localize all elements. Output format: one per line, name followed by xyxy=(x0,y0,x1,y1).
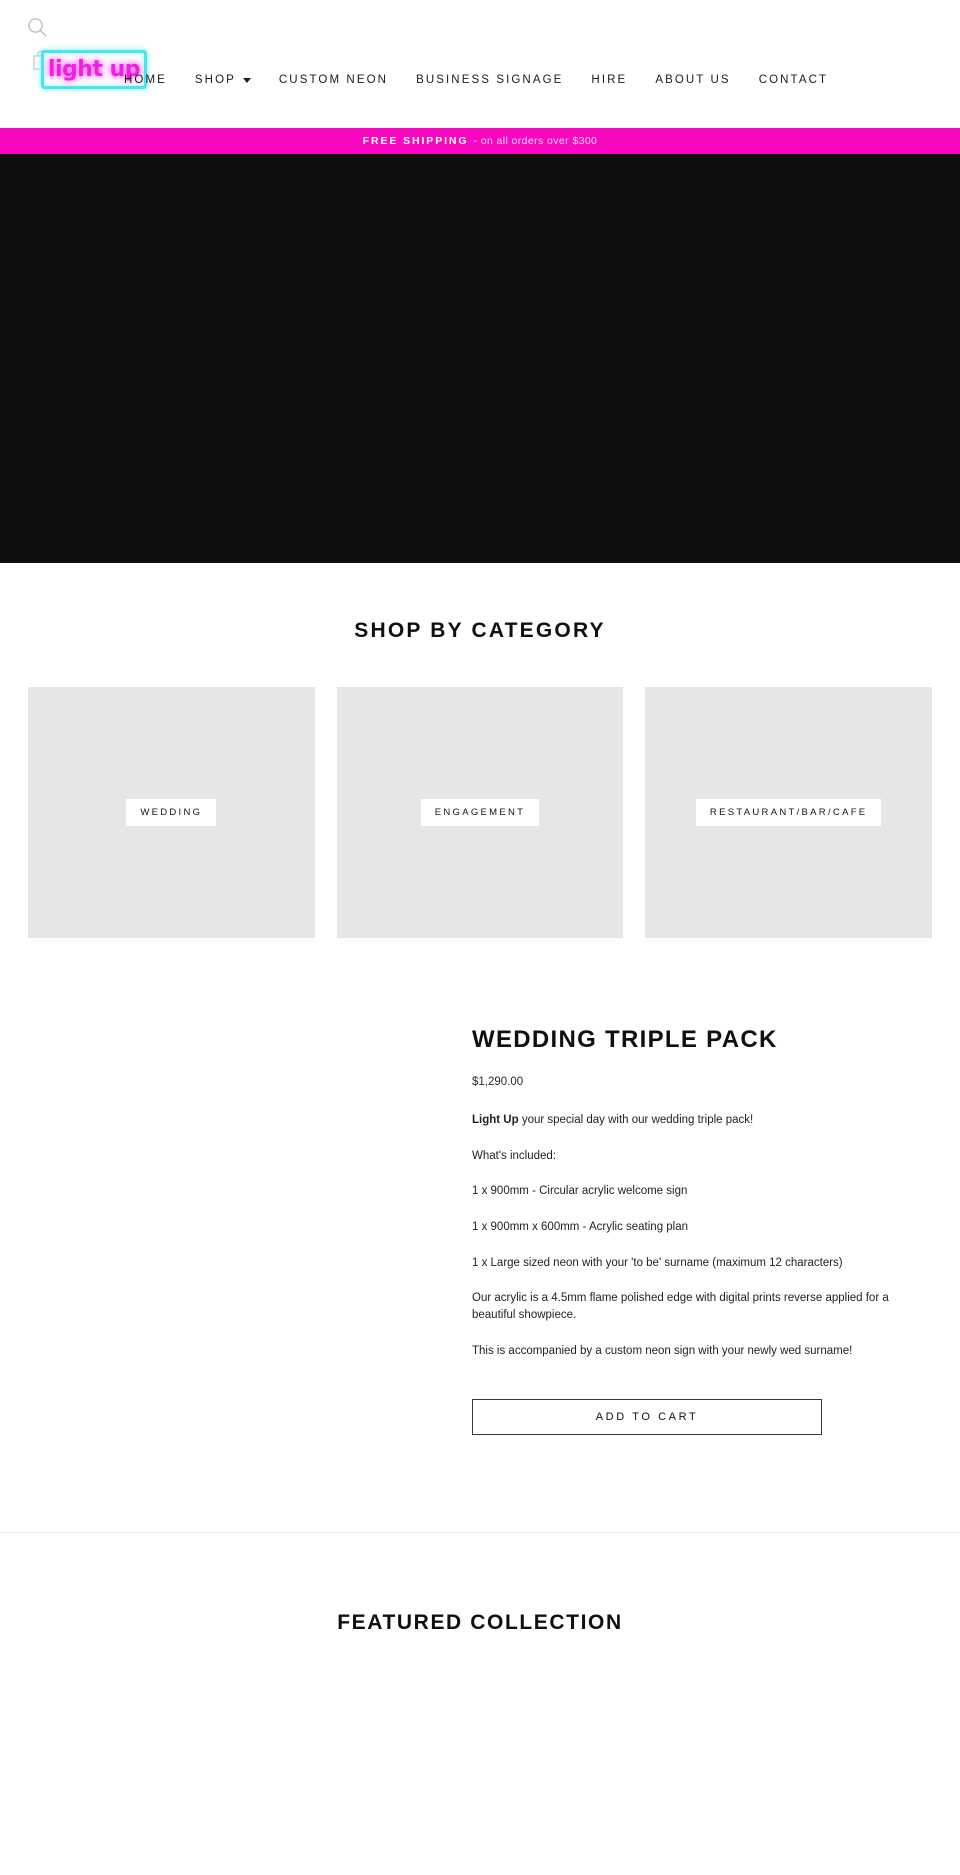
product-desc-lead-strong: Light Up xyxy=(472,1114,519,1126)
category-label: ENGAGEMENT xyxy=(420,799,540,826)
nav-item-shop[interactable]: SHOP xyxy=(181,74,265,86)
nav-label: CONTACT xyxy=(758,74,829,86)
product-desc-lead: Light Up your special day with our weddi… xyxy=(472,1112,932,1129)
product-details: WEDDING TRIPLE PACK $1,290.00 Light Up y… xyxy=(432,1014,932,1436)
nav-item-contact[interactable]: CONTACT xyxy=(745,74,842,86)
nav-label: HOME xyxy=(124,74,167,86)
add-to-cart-button[interactable]: ADD TO CART xyxy=(472,1399,822,1436)
nav-label: BUSINESS SIGNAGE xyxy=(416,74,564,86)
product-title: WEDDING TRIPLE PACK xyxy=(472,1026,778,1053)
product-desc-line: This is accompanied by a custom neon sig… xyxy=(472,1344,853,1357)
category-tile-engagement[interactable]: ENGAGEMENT xyxy=(336,687,624,938)
nav-label: ABOUT US xyxy=(655,74,731,86)
product-image[interactable] xyxy=(28,1014,432,1434)
nav-label: SHOP xyxy=(194,74,236,86)
site-header: light up HOME SHOP CUSTOM NEON BUSINESS … xyxy=(0,0,960,128)
nav-item-home[interactable]: HOME xyxy=(110,74,181,86)
nav-item-hire[interactable]: HIRE xyxy=(577,74,641,86)
category-label: RESTAURANT/BAR/CAFE xyxy=(695,799,882,826)
main-navigation: HOME SHOP CUSTOM NEON BUSINESS SIGNAGE H… xyxy=(110,74,842,86)
product-desc-line: 1 x 900mm - Circular acrylic welcome sig… xyxy=(472,1185,688,1198)
featured-collection-section: FEATURED COLLECTION xyxy=(0,1532,960,1635)
category-label: WEDDING xyxy=(126,799,217,826)
product-desc-line: 1 x Large sized neon with your 'to be' s… xyxy=(472,1256,843,1269)
shop-by-category-section: SHOP BY CATEGORY WEDDING ENGAGEMENT REST… xyxy=(0,563,960,938)
product-price: $1,290.00 xyxy=(472,1076,524,1088)
hero-banner[interactable] xyxy=(0,154,960,563)
nav-label: HIRE xyxy=(591,74,628,86)
section-title-shop-by-category: SHOP BY CATEGORY xyxy=(354,619,606,642)
section-title-featured-collection: FEATURED COLLECTION xyxy=(337,1611,623,1635)
chevron-down-icon xyxy=(242,77,251,83)
product-description: Light Up your special day with our weddi… xyxy=(472,1112,932,1359)
featured-product-section: WEDDING TRIPLE PACK $1,290.00 Light Up y… xyxy=(0,938,960,1436)
nav-label: CUSTOM NEON xyxy=(278,74,389,86)
product-desc-lead-rest: your special day with our wedding triple… xyxy=(518,1114,754,1126)
nav-item-business-signage[interactable]: BUSINESS SIGNAGE xyxy=(402,74,577,86)
announcement-text: - on all orders over $300 xyxy=(473,135,598,147)
announcement-bar: FREE SHIPPING - on all orders over $300 xyxy=(0,128,960,154)
product-desc-line: What's included: xyxy=(472,1149,557,1162)
product-desc-line: 1 x 900mm x 600mm - Acrylic seating plan xyxy=(472,1221,689,1234)
announcement-strong: FREE SHIPPING xyxy=(362,135,469,147)
category-tile-restaurant-bar-cafe[interactable]: RESTAURANT/BAR/CAFE xyxy=(645,687,933,938)
nav-item-custom-neon[interactable]: CUSTOM NEON xyxy=(265,74,402,86)
nav-item-about-us[interactable]: ABOUT US xyxy=(641,74,744,86)
product-desc-line: Our acrylic is a 4.5mm flame polished ed… xyxy=(472,1292,889,1322)
category-grid: WEDDING ENGAGEMENT RESTAURANT/BAR/CAFE xyxy=(0,643,960,938)
category-tile-wedding[interactable]: WEDDING xyxy=(28,687,315,938)
search-icon[interactable] xyxy=(26,16,48,38)
